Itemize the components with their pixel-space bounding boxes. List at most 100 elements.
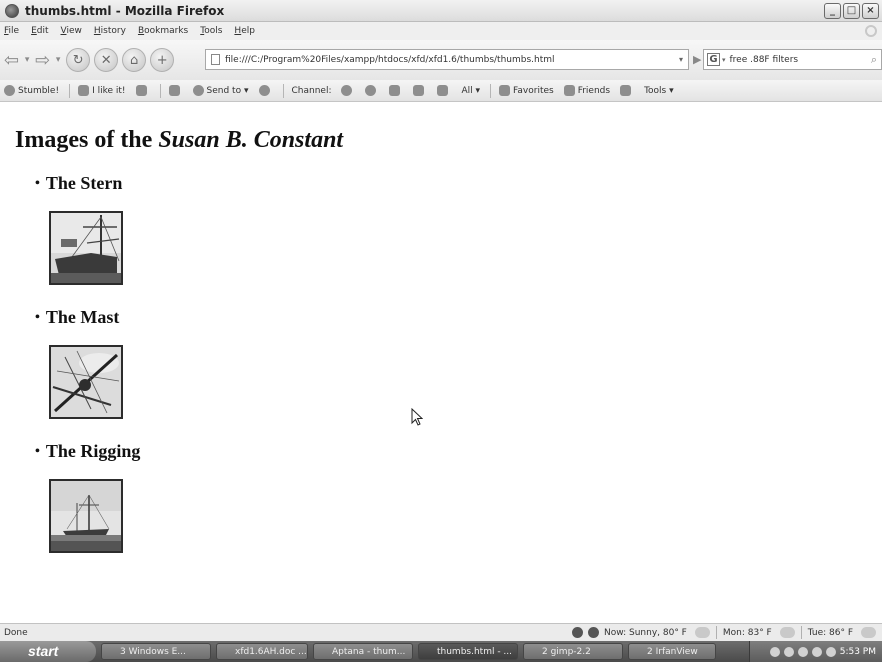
thumbs-up-icon	[78, 85, 90, 96]
mouse-pointer-icon	[411, 408, 423, 426]
taskbar-item-irfanview[interactable]: 2 IrfanView	[628, 643, 716, 660]
start-button[interactable]: start	[0, 641, 96, 662]
firefox-icon	[5, 3, 19, 18]
thumbnail-mast[interactable]	[49, 345, 123, 419]
photo-icon	[365, 85, 377, 96]
address-dropdown-icon[interactable]: ▾	[674, 55, 688, 64]
favorites-button[interactable]: Favorites	[499, 85, 554, 96]
go-arrow-icon[interactable]: ▶	[693, 53, 701, 66]
thumbnail-stern[interactable]	[49, 211, 123, 285]
addon-status-icon[interactable]	[572, 627, 583, 638]
menu-bookmarks[interactable]: Bookmarks	[138, 26, 188, 36]
windows-taskbar: start 3 Windows E... xfd1.6AH.doc ... Ap…	[0, 641, 882, 662]
tray-icon[interactable]	[797, 646, 808, 657]
menu-help[interactable]: Help	[234, 26, 255, 36]
window-titlebar[interactable]: thumbs.html - Mozilla Firefox _ □ ×	[0, 0, 882, 22]
page-viewport[interactable]: Images of the Susan B. Constant The Ster…	[0, 103, 882, 623]
send-icon	[192, 85, 204, 96]
wiki-icon	[437, 85, 449, 96]
groups-button[interactable]	[620, 85, 634, 96]
menu-tools[interactable]: Tools	[200, 26, 222, 36]
favorites-label: Favorites	[513, 85, 554, 96]
like-label: I like it!	[92, 85, 126, 96]
tag-button[interactable]	[168, 85, 183, 96]
channel-news-button[interactable]	[389, 85, 403, 96]
channel-tag-button[interactable]	[413, 85, 427, 96]
friends-button[interactable]: Friends	[563, 85, 611, 96]
speech-bubble-icon	[258, 85, 270, 96]
forward-arrow-icon[interactable]: ⇨	[35, 49, 50, 71]
weather-tuesday[interactable]: Tue: 86° F	[808, 628, 853, 638]
taskbar-item-word-doc[interactable]: xfd1.6AH.doc ...	[216, 643, 308, 660]
star-icon	[499, 85, 511, 96]
pencil-icon	[413, 85, 425, 96]
weather-now[interactable]: Now: Sunny, 80° F	[604, 628, 687, 638]
stern-photo-image	[51, 213, 121, 283]
toolbar-divider	[69, 83, 71, 98]
address-bar[interactable]: file:///C:/Program%20Files/xampp/htdocs/…	[205, 49, 689, 70]
page-document-icon	[211, 54, 220, 65]
close-button[interactable]: ×	[862, 3, 879, 19]
status-bar: Done Now: Sunny, 80° F Mon: 83° F Tue: 8…	[0, 623, 882, 641]
address-input[interactable]: file:///C:/Program%20Files/xampp/htdocs/…	[225, 55, 674, 65]
taskbar-item-gimp[interactable]: 2 gimp-2.2	[523, 643, 623, 660]
thumbs-down-icon	[135, 85, 147, 96]
back-arrow-icon[interactable]: ⇦	[4, 49, 19, 71]
menu-view[interactable]: View	[61, 26, 82, 36]
page-title: Images of the Susan B. Constant	[15, 127, 343, 154]
stumble-button[interactable]: Stumble!	[4, 85, 59, 96]
weather-cloud-icon	[779, 627, 795, 638]
tools-button[interactable]: Tools ▾	[644, 86, 674, 96]
comment-button[interactable]	[258, 85, 273, 96]
stop-icon[interactable]: ✕	[94, 48, 119, 72]
network-tray-icon[interactable]	[811, 646, 822, 657]
menu-history[interactable]: History	[94, 26, 126, 36]
new-tab-icon[interactable]: +	[150, 48, 175, 72]
clock[interactable]: 5:53 PM	[840, 647, 876, 657]
search-input[interactable]: free .88F filters	[730, 55, 799, 65]
search-engine-dropdown-icon[interactable]: ▾	[722, 56, 726, 64]
status-text: Done	[4, 627, 28, 638]
page-title-plain: Images of the	[15, 127, 159, 153]
minimize-button[interactable]: _	[824, 3, 841, 19]
menu-file[interactable]: File	[4, 26, 19, 36]
section-heading-rigging: The Rigging	[35, 441, 141, 462]
dislike-button[interactable]	[135, 85, 150, 96]
security-status-icon[interactable]	[588, 627, 599, 638]
status-divider	[715, 626, 717, 639]
toolbar-divider	[159, 83, 161, 98]
channel-wiki-button[interactable]	[437, 85, 451, 96]
send-to-label: Send to	[206, 85, 242, 96]
send-to-button[interactable]: Send to ▾	[192, 85, 249, 96]
window-controls: _ □ ×	[824, 3, 879, 19]
maximize-button[interactable]: □	[843, 3, 860, 19]
thumbnail-rigging[interactable]	[49, 479, 123, 553]
menu-edit[interactable]: Edit	[31, 26, 48, 36]
search-engine-icon[interactable]: G	[707, 53, 720, 66]
tray-icon[interactable]	[769, 646, 780, 657]
tray-icon[interactable]	[825, 646, 836, 657]
friends-icon	[563, 85, 575, 96]
back-history-dropdown-icon[interactable]: ▾	[23, 49, 31, 71]
taskbar-item-windows-explorer[interactable]: 3 Windows E...	[101, 643, 211, 660]
taskbar-item-aptana[interactable]: Aptana - thum...	[313, 643, 413, 660]
video-icon	[341, 85, 353, 96]
weather-sun-icon	[694, 627, 710, 638]
all-label: All	[461, 85, 473, 96]
tools-label: Tools	[644, 85, 667, 96]
like-button[interactable]: I like it!	[78, 85, 126, 96]
taskbar-item-firefox[interactable]: thumbs.html - ...	[418, 643, 518, 660]
channel-all-button[interactable]: All ▾	[461, 86, 480, 96]
reload-icon[interactable]: ↻	[66, 48, 91, 72]
forward-history-dropdown-icon[interactable]: ▾	[54, 49, 62, 71]
friends-label: Friends	[577, 85, 611, 96]
activity-throbber-icon	[865, 25, 877, 37]
tray-icon[interactable]	[783, 646, 794, 657]
section-heading-mast: The Mast	[35, 307, 120, 328]
weather-monday[interactable]: Mon: 83° F	[723, 628, 772, 638]
home-icon[interactable]: ⌂	[122, 48, 147, 72]
search-magnifier-icon[interactable]: ⌕	[871, 53, 877, 67]
search-bar[interactable]: G ▾ free .88F filters ⌕	[703, 49, 882, 70]
channel-video-button[interactable]	[341, 85, 355, 96]
channel-photo-button[interactable]	[365, 85, 379, 96]
